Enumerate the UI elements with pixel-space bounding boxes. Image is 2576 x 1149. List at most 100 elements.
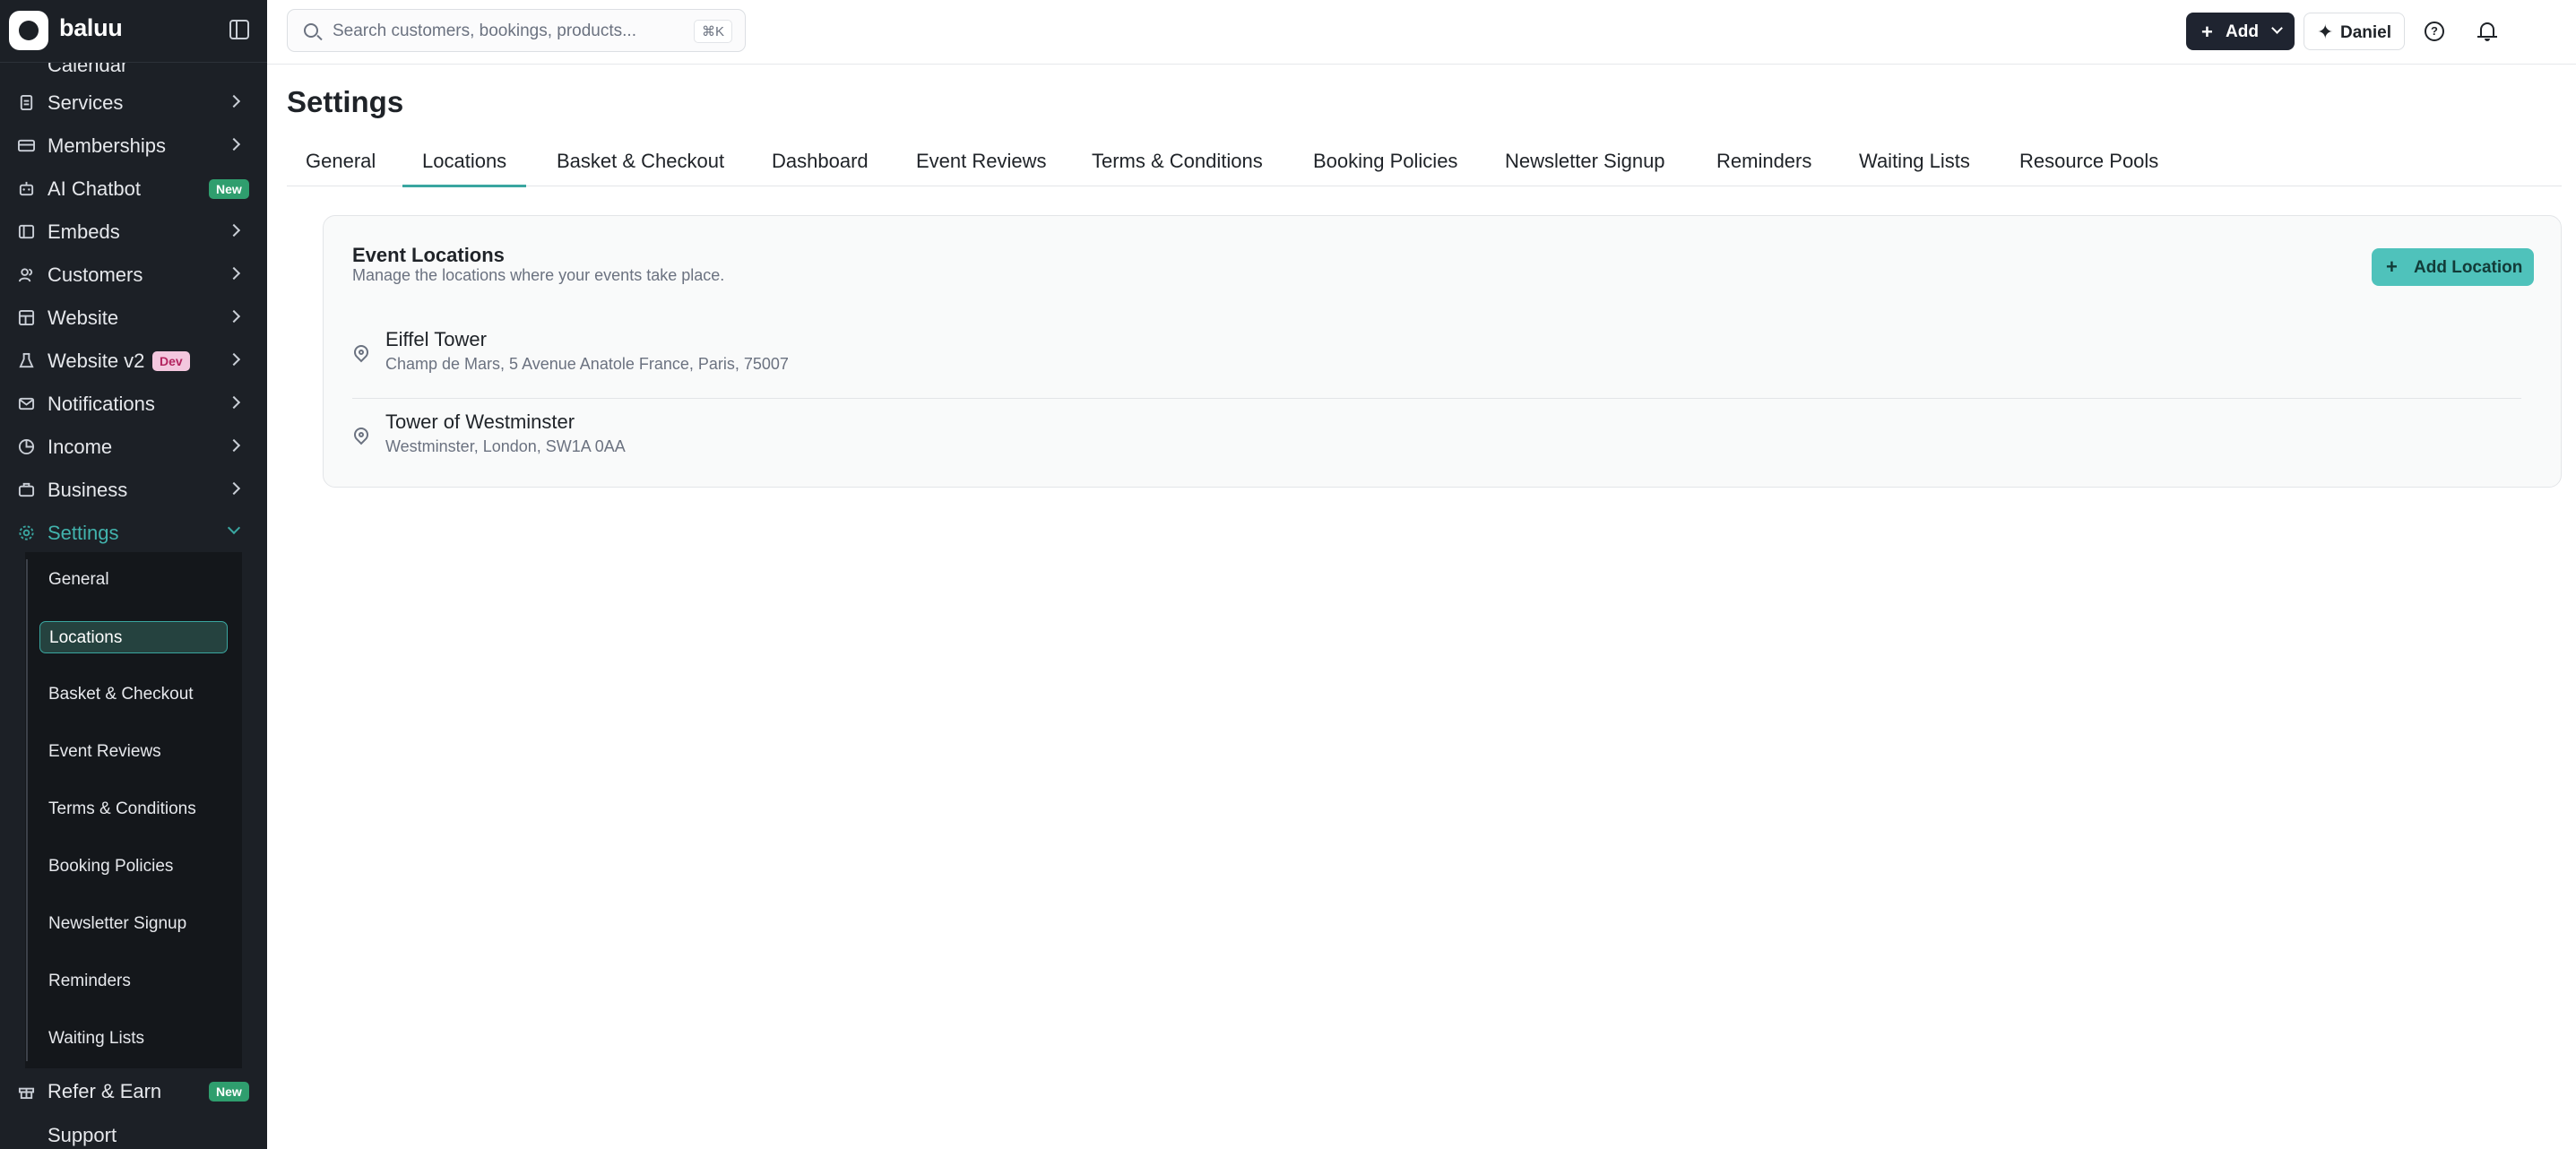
sidebar-item-settings[interactable]: Settings [0, 513, 267, 552]
sidebar-item-customers[interactable]: Customers [0, 255, 267, 294]
add-button-label: Add [2226, 22, 2259, 41]
bot-icon [19, 181, 34, 196]
location-address: Champ de Mars, 5 Avenue Anatole France, … [385, 355, 789, 373]
tab-booking-policies[interactable]: Booking Policies [1313, 143, 1457, 186]
search-shortcut: ⌘K [693, 20, 732, 43]
gift-icon [18, 1087, 35, 1100]
submenu-item-terms-conditions[interactable]: Terms & Conditions [39, 793, 228, 825]
flask-icon [19, 352, 34, 368]
global-search[interactable]: Search customers, bookings, products... … [287, 9, 746, 52]
sidebar-item-label: Settings [48, 522, 119, 544]
sidebar-item-business[interactable]: Business [0, 470, 267, 509]
help-icon[interactable]: ? [2425, 22, 2444, 41]
tab-reminders[interactable]: Reminders [1716, 143, 1811, 186]
submenu-guide-line [26, 559, 28, 1061]
pie-icon [18, 438, 35, 455]
sidebar-item-support[interactable]: Support [0, 1115, 267, 1149]
sidebar-item-label: Notifications [48, 393, 155, 415]
sidebar-item-income[interactable]: Income [0, 427, 267, 466]
layout-icon [18, 309, 35, 326]
plus-icon: + [2201, 21, 2213, 43]
chevron-right-icon [227, 309, 241, 324]
tab-waiting-lists[interactable]: Waiting Lists [1859, 143, 1970, 186]
chevron-right-icon [227, 438, 241, 453]
tab-locations[interactable]: Locations [402, 143, 527, 187]
card-subtitle: Manage the locations where your events t… [352, 266, 725, 284]
chevron-down-icon [2271, 22, 2283, 34]
mail-icon [18, 397, 35, 410]
gear-icon [19, 525, 34, 540]
location-row[interactable]: Tower of Westminster Westminster, London… [350, 399, 2521, 479]
location-row[interactable]: Eiffel Tower Champ de Mars, 5 Avenue Ana… [350, 316, 2521, 399]
submenu-item-reminders[interactable]: Reminders [39, 965, 228, 998]
tab-dashboard[interactable]: Dashboard [772, 143, 869, 186]
sidebar-item-embeds[interactable]: Embeds [0, 212, 267, 251]
sidebar-item-website[interactable]: Website [0, 298, 267, 337]
location-address: Westminster, London, SW1A 0AA [385, 437, 626, 455]
baluu-logo-icon [9, 11, 48, 50]
tab-newsletter-signup[interactable]: Newsletter Signup [1505, 143, 1665, 186]
sidebar-item-label: Income [48, 436, 113, 458]
chevron-right-icon [227, 395, 241, 410]
location-name: Eiffel Tower [385, 328, 487, 350]
sidebar-item-website-v2[interactable]: Website v2 Dev [0, 341, 267, 380]
submenu-item-waiting-lists[interactable]: Waiting Lists [39, 1023, 228, 1055]
chevron-down-icon [227, 521, 241, 535]
submenu-item-booking-policies[interactable]: Booking Policies [39, 851, 228, 883]
tab-terms-conditions[interactable]: Terms & Conditions [1092, 143, 1263, 186]
location-name: Tower of Westminster [385, 410, 575, 433]
chevron-right-icon [227, 94, 241, 108]
users-icon [18, 268, 33, 282]
submenu-item-basket-checkout[interactable]: Basket & Checkout [39, 678, 228, 711]
sidebar-item-label: Customers [48, 263, 143, 286]
sidebar-item-refer-earn[interactable]: Refer & Earn New [0, 1071, 267, 1110]
sidebar-item-label: Support [48, 1124, 117, 1146]
submenu-item-locations[interactable]: Locations [39, 621, 228, 653]
map-pin-icon [350, 341, 372, 363]
event-locations-card: Event Locations Manage the locations whe… [323, 215, 2562, 488]
sidebar-item-ai-chatbot[interactable]: AI Chatbot New [0, 168, 267, 208]
user-menu-button[interactable]: ✦ Daniel [2304, 13, 2405, 50]
submenu-item-event-reviews[interactable]: Event Reviews [39, 736, 228, 768]
card-icon [18, 139, 35, 152]
submenu-item-general[interactable]: General [39, 564, 228, 596]
new-badge: New [209, 1082, 249, 1101]
card-title: Event Locations [352, 244, 505, 266]
submenu-item-newsletter-signup[interactable]: Newsletter Signup [39, 908, 228, 940]
map-pin-icon [350, 424, 372, 445]
dev-badge: Dev [152, 351, 190, 371]
embed-icon [18, 224, 35, 239]
chevron-right-icon [227, 137, 241, 151]
sidebar-item-services[interactable]: Services [0, 82, 267, 122]
sidebar-item-label: Memberships [48, 134, 167, 157]
add-location-button[interactable]: + Add Location [2372, 248, 2534, 286]
sidebar-item-label: Business [48, 479, 128, 501]
tab-basket-checkout[interactable]: Basket & Checkout [557, 143, 724, 186]
chevron-right-icon [227, 266, 241, 281]
sidebar-item-notifications[interactable]: Notifications [0, 384, 267, 423]
tab-general[interactable]: General [306, 143, 376, 186]
search-input[interactable]: Search customers, bookings, products... [333, 22, 636, 41]
top-bar: Search customers, bookings, products... … [267, 0, 2576, 65]
sidebar-item-label: AI Chatbot [48, 177, 141, 200]
chevron-right-icon [227, 352, 241, 367]
new-badge: New [209, 179, 249, 199]
tab-event-reviews[interactable]: Event Reviews [916, 143, 1047, 186]
add-button[interactable]: + Add [2186, 13, 2295, 50]
add-location-label: Add Location [2414, 258, 2523, 277]
sparkle-icon: ✦ [2317, 21, 2334, 43]
sidebar-item-memberships[interactable]: Memberships [0, 125, 267, 165]
sidebar: Calendar baluu Services Memberships AI C… [0, 0, 267, 1149]
sidebar-item-label: Refer & Earn [48, 1080, 162, 1102]
brand-name: baluu [59, 14, 123, 41]
chevron-right-icon [227, 223, 241, 238]
search-icon [304, 23, 318, 38]
sidebar-header: baluu [0, 0, 267, 63]
plus-icon: + [2386, 255, 2398, 278]
page-title: Settings [287, 85, 404, 118]
bell-icon[interactable] [2477, 22, 2497, 41]
chevron-right-icon [227, 481, 241, 496]
sidebar-toggle-icon[interactable] [229, 20, 249, 39]
document-icon [20, 94, 33, 111]
tab-resource-pools[interactable]: Resource Pools [2019, 143, 2158, 186]
